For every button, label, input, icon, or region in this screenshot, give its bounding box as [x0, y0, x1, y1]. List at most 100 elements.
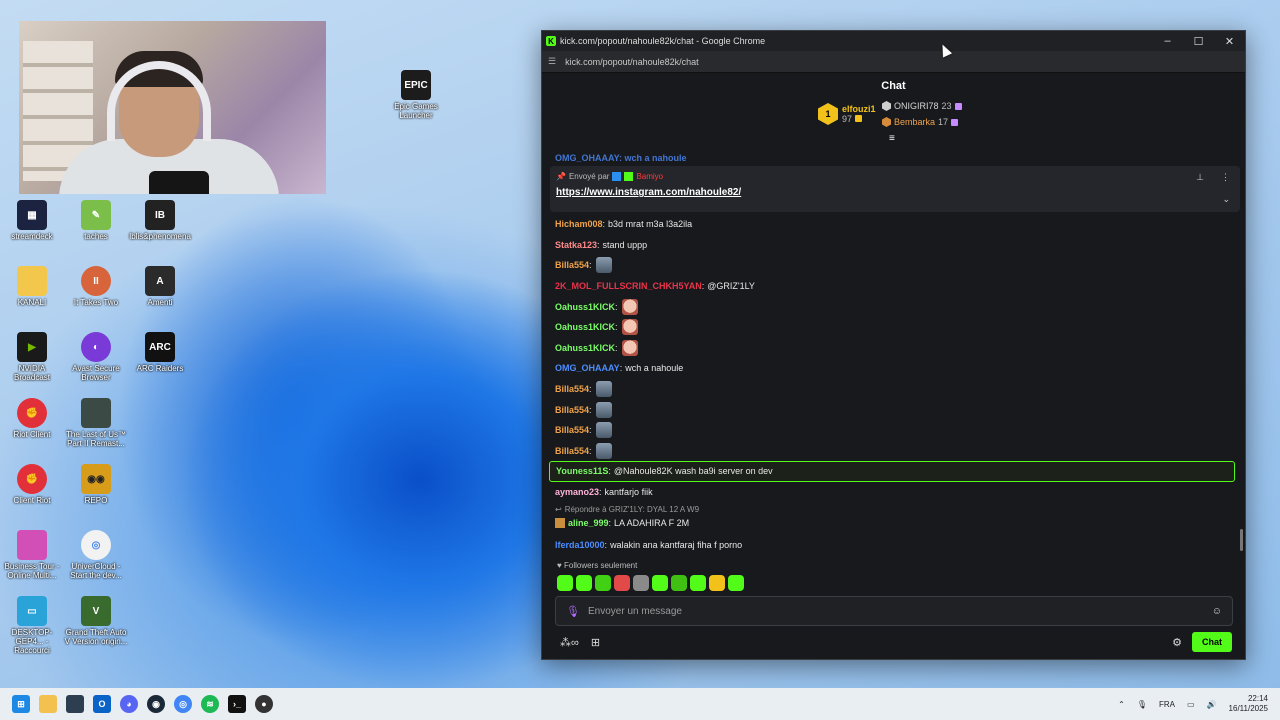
message-username[interactable]: Billa554 [555, 446, 589, 456]
points-icon[interactable]: ⁂∞ [560, 636, 579, 649]
chat-message: Billa554: [555, 420, 1235, 441]
more-options-icon[interactable]: ⋮ [1221, 172, 1230, 183]
desktop-icon-univercloud[interactable]: ◎ UniverCloud - Start the dev... [64, 530, 128, 580]
message-username[interactable]: Billa554 [555, 405, 589, 415]
leaderboard-third[interactable]: Bembarka 17 [882, 117, 959, 127]
obs-icon[interactable]: ● [255, 695, 273, 713]
leader-count: 23 [941, 101, 952, 111]
desktop-icon-streamdeck[interactable]: ▦ streamdeck [0, 200, 64, 241]
emote-button[interactable] [671, 575, 687, 591]
minimize-icon[interactable]: – [1152, 35, 1183, 48]
desktop-icon-repo[interactable]: ◉◉ REPO [64, 464, 128, 505]
leaderboard-second[interactable]: ONIGIRI78 23 [882, 101, 962, 111]
leaderboard-first[interactable]: 1 elfouzi1 97 [818, 103, 876, 125]
desktop-icon-last-of-us[interactable]: The Last of Us™ Part II Remast... [64, 398, 128, 448]
desktop-icon-amenti[interactable]: A Amenti [128, 266, 192, 307]
emote-button[interactable] [709, 575, 725, 591]
highlighted-message: Youness11S: @Nahoule82K wash ba9i server … [549, 461, 1235, 482]
desktop-icon-nvidia-broadcast[interactable]: ▶ NVIDIA Broadcast [0, 332, 64, 382]
desktop-icon-taches[interactable]: ✎ taches [64, 200, 128, 241]
emote-button[interactable] [728, 575, 744, 591]
emote-button[interactable] [595, 575, 611, 591]
message-username[interactable]: Oahuss1KICK [555, 343, 615, 353]
desktop-icon-business-tour[interactable]: Business Tour - Online Multi... [0, 530, 64, 580]
emote-button[interactable] [690, 575, 706, 591]
collapse-leaderboard-icon[interactable]: ≡ [889, 134, 895, 144]
face-emote-icon [621, 339, 638, 356]
desktop-icon-arc-raiders[interactable]: ARC ARC Raiders [128, 332, 192, 373]
heart-icon: ♥ [557, 561, 562, 570]
clock[interactable]: 22:14 16/11/2025 [1229, 694, 1268, 714]
emote-button[interactable] [576, 575, 592, 591]
windows-start-icon[interactable]: ⊞ [12, 695, 30, 713]
message-username[interactable]: Billa554 [555, 260, 589, 270]
discord-icon[interactable]: ◕ [120, 695, 138, 713]
store-icon[interactable]: ⊞ [591, 636, 600, 649]
message-username[interactable]: Oahuss1KICK [555, 322, 615, 332]
store-icon[interactable] [66, 695, 84, 713]
emote-button[interactable] [652, 575, 668, 591]
unpin-icon[interactable]: ⊥ [1196, 172, 1204, 183]
message-username[interactable]: Billa554 [555, 384, 589, 394]
language-indicator[interactable]: FRA [1159, 700, 1175, 709]
desktop-icon-iblis[interactable]: IB Iblis&phenomena [128, 200, 192, 241]
pinned-message[interactable]: 📌 Envoyé par Bamiyo https://www.instagra… [550, 166, 1240, 212]
chat-scrollbar[interactable] [1240, 529, 1243, 551]
address-bar[interactable]: ☰ kick.com/popout/nahoule82k/chat [542, 51, 1245, 73]
settings-gear-icon[interactable]: ⚙ [1172, 636, 1182, 649]
message-username[interactable]: 2K_MOL_FULLSCRIN_CHKH5YAN [555, 281, 702, 291]
steam-icon[interactable]: ◉ [147, 695, 165, 713]
message-input[interactable] [588, 605, 1212, 617]
message-username[interactable]: Oahuss1KICK [555, 302, 615, 312]
emoji-picker-icon[interactable]: ☺ [1212, 606, 1222, 617]
spotify-icon[interactable]: ≋ [201, 695, 219, 713]
streamdeck-icon: ▦ [17, 200, 47, 230]
emote-button[interactable] [614, 575, 630, 591]
kick-logo-icon: K [546, 36, 556, 46]
pinned-sender[interactable]: Bamiyo [636, 172, 663, 181]
face-emote-icon [621, 298, 638, 315]
reply-reference[interactable]: ↩ Répondre à GRIZ'1LY: DYAL 12 A W9 [555, 502, 1235, 516]
chat-message: Billa554: [555, 441, 1235, 462]
terminal-icon[interactable]: ›_ [228, 695, 246, 713]
message-username[interactable]: Statka123 [555, 240, 597, 250]
desktop-icon-it-takes-two[interactable]: II It Takes Two [64, 266, 128, 307]
message-username[interactable]: lferda10000 [555, 540, 605, 550]
message-username[interactable]: aymano23 [555, 487, 599, 497]
microphone-icon[interactable]: 🎙 [1137, 700, 1147, 709]
robot-emote-icon [595, 442, 612, 459]
message-username[interactable]: Youness11S [556, 466, 608, 476]
message-username[interactable]: Hicham008 [555, 219, 603, 229]
send-chat-button[interactable]: Chat [1192, 632, 1232, 652]
desktop-icon-desktop-shortcut[interactable]: ▭ DESKTOP-GEP4... - Raccourci [0, 596, 64, 655]
desktop-icon-gta5[interactable]: V Grand Theft Auto V Version origin... [64, 596, 128, 646]
file-explorer-icon[interactable] [39, 695, 57, 713]
desktop-icon-epic-games[interactable]: EPIC Epic Games Launcher [384, 70, 448, 120]
clock-date: 16/11/2025 [1228, 704, 1268, 713]
close-icon[interactable]: ✕ [1214, 35, 1245, 48]
emote-button[interactable] [557, 575, 573, 591]
site-info-icon[interactable]: ☰ [548, 56, 556, 67]
desktop-icon-client-riot[interactable]: ✊ Client Riot [0, 464, 64, 505]
network-icon[interactable]: ▭ [1187, 700, 1195, 709]
desktop-icon-kanali[interactable]: KANALI [0, 266, 64, 307]
message-username[interactable]: aline_999 [568, 518, 609, 528]
outlook-icon[interactable]: O [93, 695, 111, 713]
chrome-icon[interactable]: ◎ [174, 695, 192, 713]
message-username[interactable]: Billa554 [555, 425, 589, 435]
microphone-icon[interactable]: 🎙 [566, 605, 580, 618]
emote-button[interactable] [633, 575, 649, 591]
message-username[interactable]: OMG_OHAAAY [555, 363, 620, 373]
maximize-icon[interactable]: ☐ [1183, 35, 1214, 48]
title-bar[interactable]: K kick.com/popout/nahoule82k/chat - Goog… [542, 31, 1245, 51]
leader-name: ONIGIRI78 [894, 101, 939, 111]
pinned-link[interactable]: https://www.instagram.com/nahoule82/ [556, 187, 1234, 198]
last-of-us-icon [81, 398, 111, 428]
chevron-up-icon[interactable]: ⌃ [1118, 700, 1125, 709]
volume-icon[interactable]: 🔊 [1207, 700, 1217, 709]
desktop-icon-riot-client[interactable]: ✊ Riot Client [0, 398, 64, 439]
gift-icon [951, 118, 959, 126]
sub-badge-icon [555, 518, 565, 529]
desktop-icon-avast[interactable]: ◐ Avast Secure Browser [64, 332, 128, 382]
chevron-down-icon[interactable]: ⌄ [1222, 194, 1230, 205]
